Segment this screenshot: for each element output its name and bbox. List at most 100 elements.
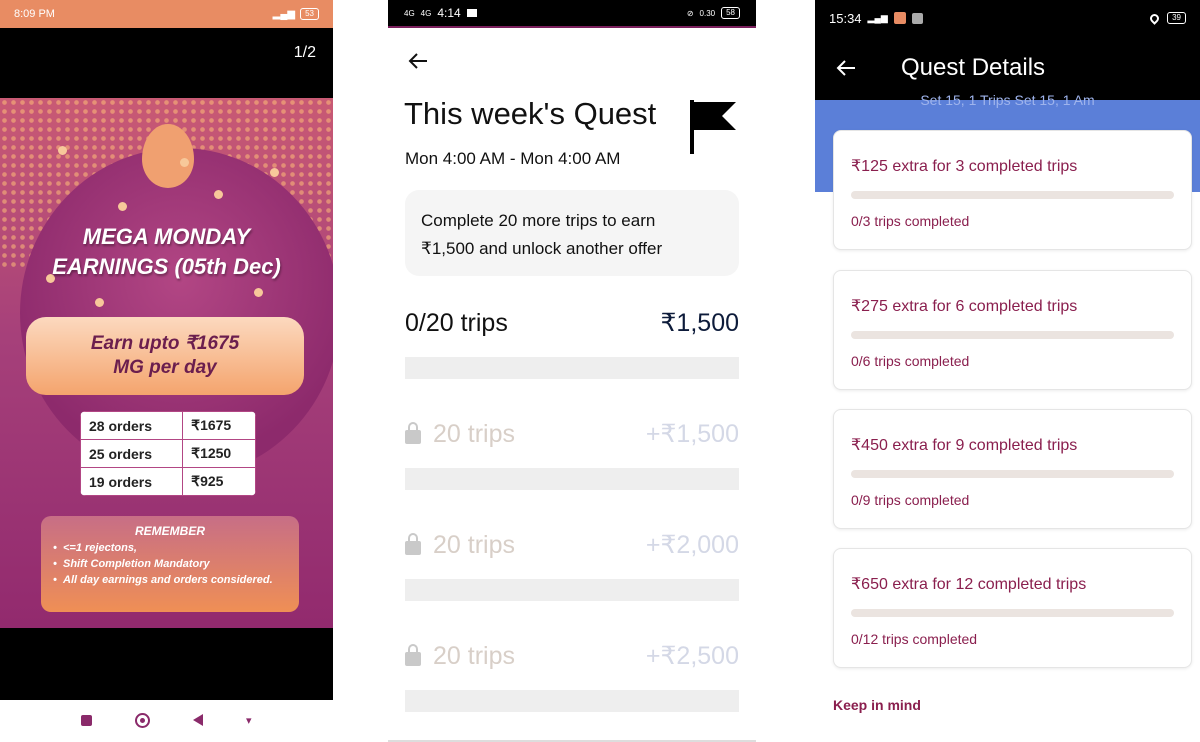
orders-table: 28 orders ₹1675 25 orders ₹1250 19 order…: [80, 411, 256, 496]
table-row: 25 orders ₹1250: [80, 439, 256, 468]
tier-progress-bar: [851, 609, 1174, 617]
progress-bar: [405, 579, 739, 601]
tier-amount: +₹1,500: [645, 420, 739, 448]
current-tier-row: 0/20 trips ₹1,500: [405, 308, 739, 338]
status-left: 4G 4G 4:14: [404, 6, 477, 20]
tier-subtitle: 0/9 trips completed: [851, 492, 970, 508]
remember-box: REMEMBER <=1 rejectons, Shift Completion…: [41, 516, 299, 612]
quest-tier-card[interactable]: ₹450 extra for 9 completed trips 0/9 tri…: [833, 409, 1192, 529]
tier-subtitle: 0/3 trips completed: [851, 213, 970, 229]
promo-title: MEGA MONDAY EARNINGS (05th Dec): [0, 222, 333, 282]
amount-cell: ₹1250: [182, 439, 256, 468]
flag-icon: [690, 100, 736, 154]
promo-panel: 8:09 PM ▂▄▆ 53 1/2 MEGA MONDAY EARNINGS …: [0, 0, 333, 740]
promo-poster[interactable]: MEGA MONDAY EARNINGS (05th Dec) Earn upt…: [0, 98, 333, 628]
list-item: <=1 rejectons,: [51, 543, 289, 555]
orders-cell: 19 orders: [80, 467, 184, 496]
tier-subtitle: 0/6 trips completed: [851, 353, 970, 369]
tier-title: ₹450 extra for 9 completed trips: [851, 437, 1078, 454]
home-button[interactable]: [135, 712, 151, 728]
lock-icon: [405, 643, 421, 666]
signal-icon: ▂▄▆: [867, 12, 888, 23]
earn-line2: MG per day: [113, 357, 217, 378]
trip-count: 20 trips: [433, 641, 515, 670]
earn-line1: Earn upto ₹1675: [90, 333, 240, 354]
page-title: This week's Quest: [404, 96, 657, 131]
locked-tier-row: 20 trips +₹1,500: [405, 419, 739, 449]
table-row: 28 orders ₹1675: [80, 411, 256, 440]
network-icon: 4G: [420, 8, 432, 18]
quest-tier-card[interactable]: ₹275 extra for 6 completed trips 0/6 tri…: [833, 270, 1192, 390]
quest-tier-card[interactable]: ₹125 extra for 3 completed trips 0/3 tri…: [833, 130, 1192, 250]
earn-upto-banner: Earn upto ₹1675 MG per day: [26, 317, 304, 395]
status-bar: 4G 4G 4:14 ⊘ 0.30 58: [388, 0, 756, 28]
status-right: ⊘ 0.30 58: [687, 7, 740, 19]
app-bar: Quest Details: [815, 36, 1200, 100]
tier-subtitle: 0/12 trips completed: [851, 631, 978, 647]
progress-bar: [405, 690, 739, 712]
mail-icon: [466, 9, 477, 17]
location-icon: [1148, 11, 1161, 25]
tier-title: ₹125 extra for 3 completed trips: [851, 158, 1078, 175]
coin-icon: [58, 146, 67, 155]
tier-title: ₹275 extra for 6 completed trips: [851, 298, 1078, 315]
coin-icon: [270, 168, 279, 177]
quest-tier-card[interactable]: ₹650 extra for 12 completed trips 0/12 t…: [833, 548, 1192, 668]
remember-list: <=1 rejectons, Shift Completion Mandator…: [51, 543, 289, 587]
tier-title: ₹650 extra for 12 completed trips: [851, 576, 1087, 593]
orders-cell: 25 orders: [80, 439, 184, 468]
trip-count: 20 trips: [433, 419, 515, 448]
android-nav-bar: ▾: [0, 700, 333, 740]
lock-icon: [405, 421, 421, 444]
quest-details-panel: 15:34 ▂▄▆ 39 Quest Details Set 15, 1 Tri…: [815, 0, 1200, 740]
amount-cell: ₹1675: [182, 411, 256, 440]
location-pin-logo-icon: [142, 124, 194, 188]
promo-title-line2: EARNINGS (05th Dec): [52, 254, 281, 279]
locked-tier-row: 20 trips +₹2,500: [405, 641, 739, 671]
orders-cell: 28 orders: [80, 411, 184, 440]
quest-info-line2: ₹1,500 and unlock another offer: [421, 239, 663, 258]
back-button[interactable]: [193, 714, 204, 726]
table-row: 19 orders ₹925: [80, 467, 256, 496]
tier-progress-bar: [851, 191, 1174, 199]
network-icon: 4G: [404, 8, 415, 18]
page-title: Quest Details: [901, 54, 1046, 81]
tier-amount: +₹2,500: [645, 642, 739, 670]
back-arrow-icon[interactable]: [407, 50, 429, 72]
status-right: 39: [1148, 11, 1186, 25]
quest-info-line1: Complete 20 more trips to earn: [421, 211, 656, 230]
quest-info-box: Complete 20 more trips to earn ₹1,500 an…: [405, 190, 739, 276]
trip-count: 0/20 trips: [405, 308, 508, 337]
tier-amount: +₹2,000: [645, 531, 739, 559]
battery-icon: 39: [1167, 12, 1186, 24]
recents-button[interactable]: [81, 714, 93, 726]
list-item: Shift Completion Mandatory: [51, 559, 289, 571]
signal-icon: ▂▄▆: [272, 8, 296, 20]
coin-icon: [214, 190, 223, 199]
back-arrow-icon[interactable]: [835, 57, 857, 79]
hide-nav-icon[interactable]: ▾: [246, 714, 252, 727]
keep-in-mind-link[interactable]: Keep in mind: [833, 697, 921, 713]
band-text: Set 15, 1 Trips Set 15, 1 Am: [920, 92, 1095, 108]
list-item: All day earnings and orders considered.: [51, 575, 289, 587]
quest-dates: Mon 4:00 AM - Mon 4:00 AM: [405, 149, 621, 168]
battery-icon: 58: [721, 7, 740, 19]
weekly-quest-panel: 4G 4G 4:14 ⊘ 0.30 58 This week's Quest M…: [388, 0, 756, 742]
tier-amount: ₹1,500: [660, 309, 739, 337]
network-speed: 0.30: [699, 8, 716, 18]
promo-title-line1: MEGA MONDAY: [82, 224, 251, 249]
remember-title: REMEMBER: [134, 524, 205, 538]
amount-cell: ₹925: [182, 467, 256, 496]
tier-progress-bar: [851, 331, 1174, 339]
locked-tier-row: 20 trips +₹2,000: [405, 530, 739, 560]
trip-count: 20 trips: [433, 530, 515, 559]
coin-icon: [118, 202, 127, 211]
status-time: 4:14: [437, 6, 461, 20]
notification-icon: [911, 12, 923, 24]
status-bar: 8:09 PM ▂▄▆ 53: [0, 0, 333, 28]
status-time: 8:09 PM: [14, 8, 55, 20]
lock-icon: [405, 532, 421, 555]
tier-progress-bar: [851, 470, 1174, 478]
progress-bar: [405, 468, 739, 490]
coin-icon: [180, 158, 189, 167]
